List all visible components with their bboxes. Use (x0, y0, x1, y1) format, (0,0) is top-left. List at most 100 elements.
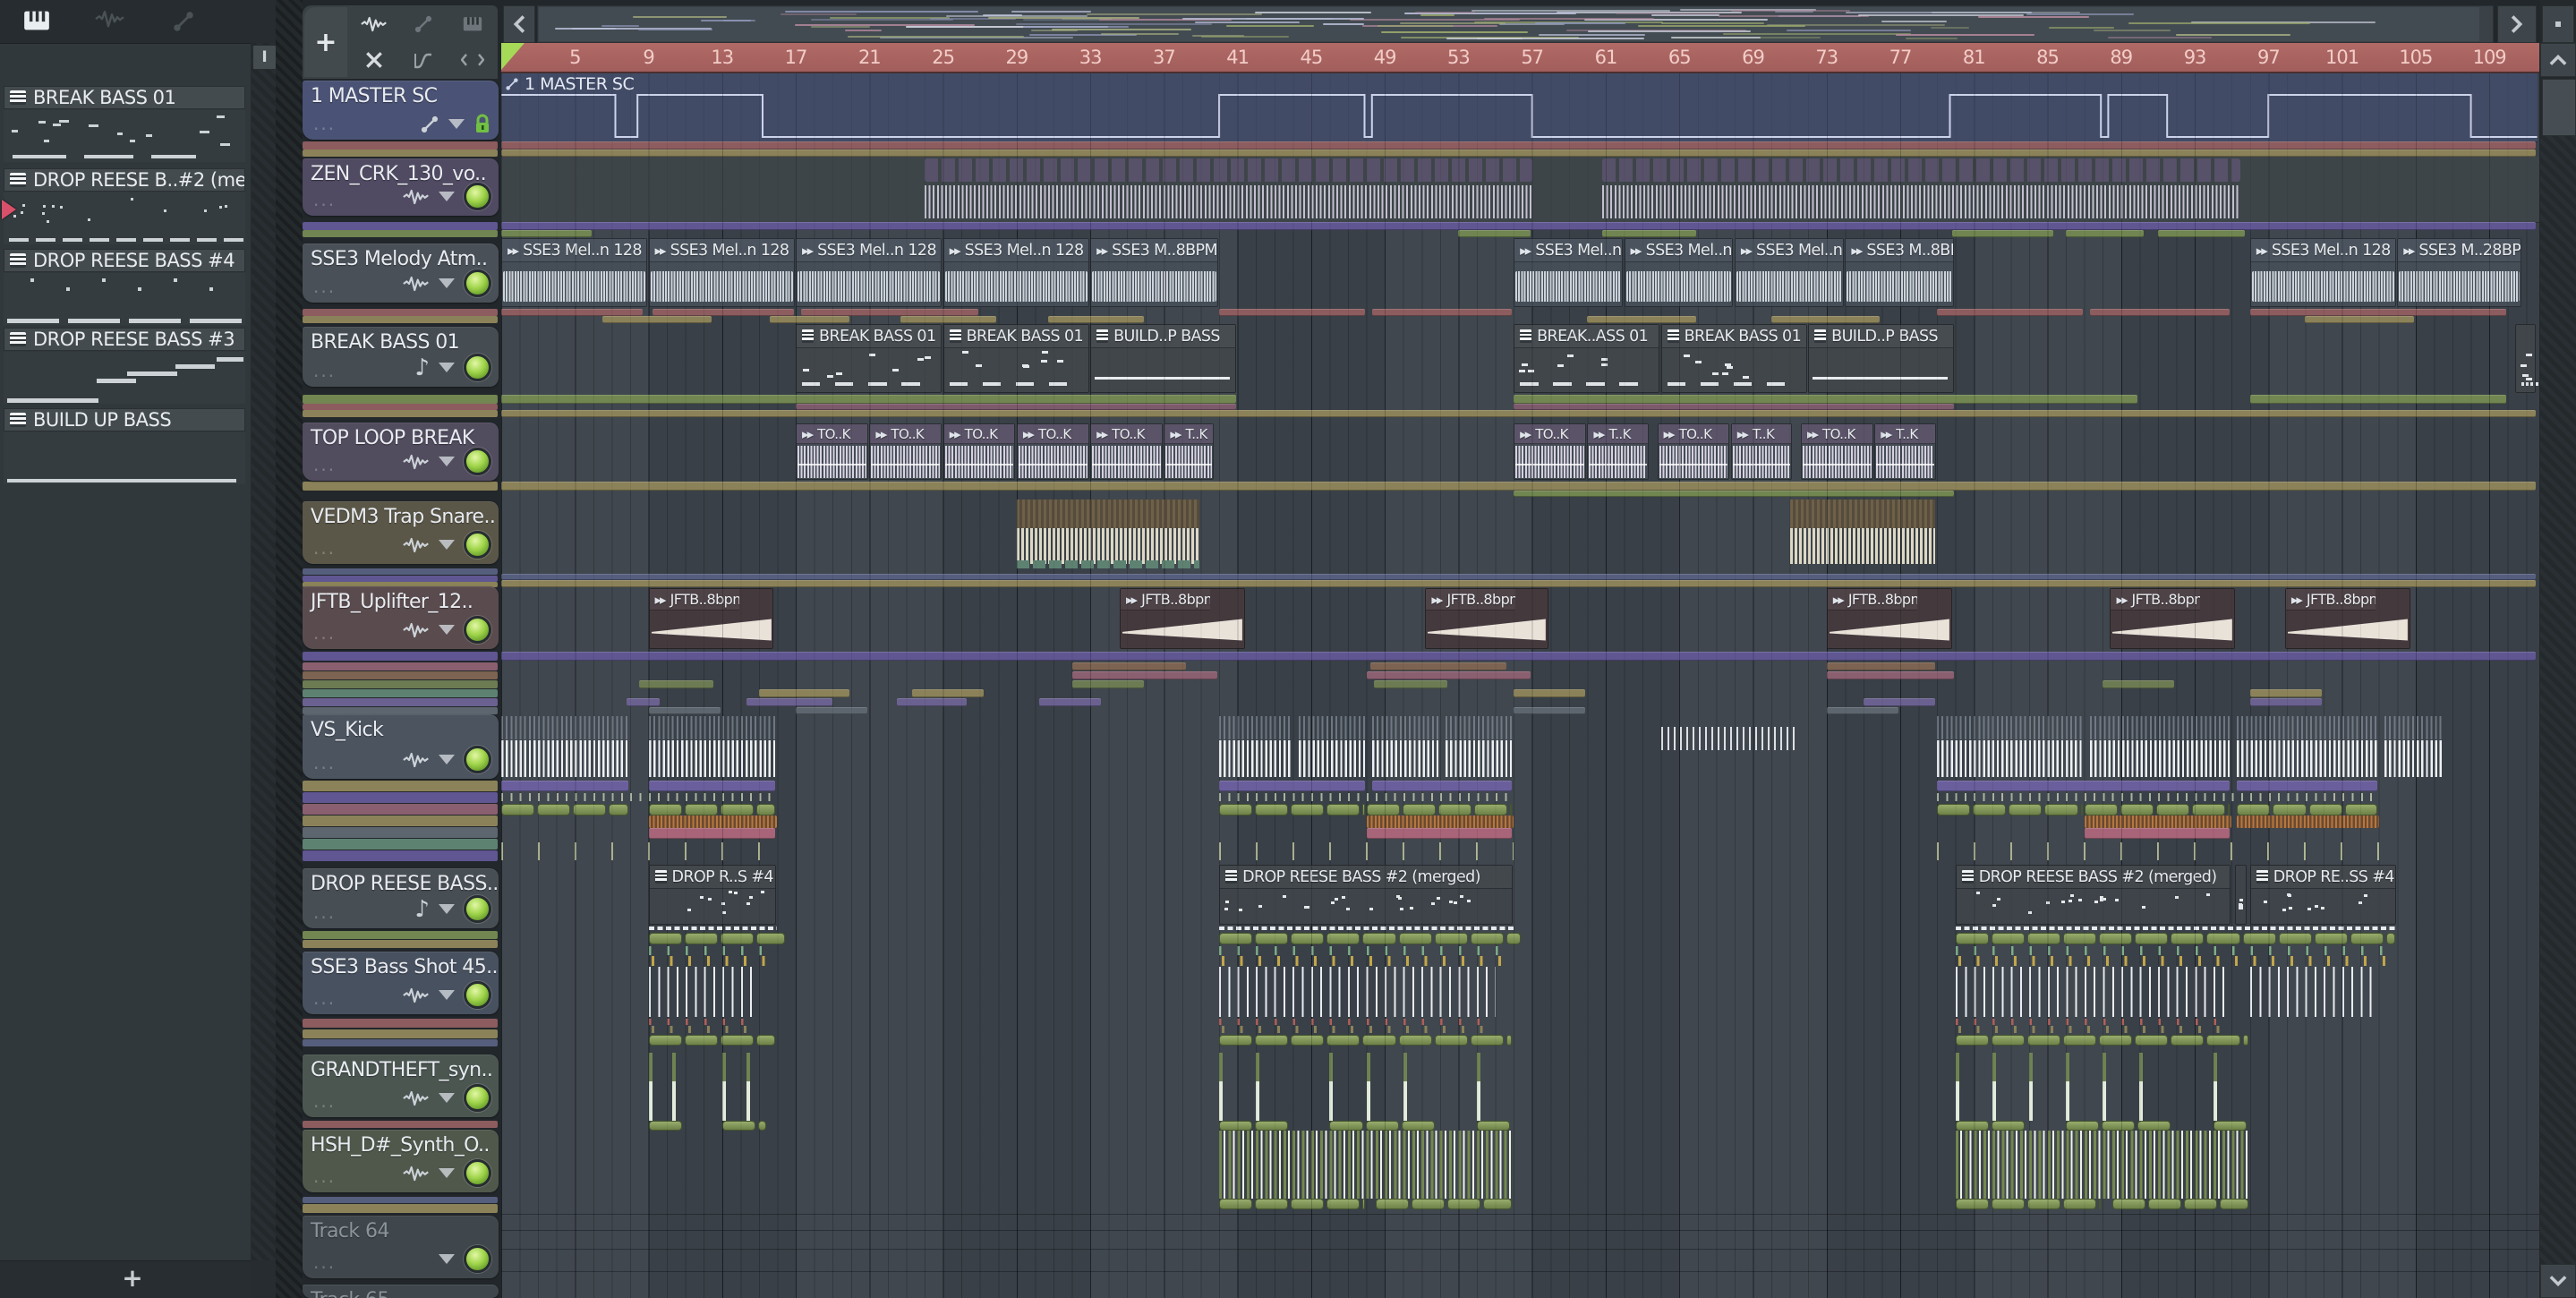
scroll-down-button[interactable] (2540, 1264, 2576, 1298)
track-name[interactable]: DROP REESE BASS.. (311, 873, 499, 895)
pattern-clip[interactable]: BREAK..ASS 01 (1514, 324, 1660, 393)
synth-hit-line[interactable] (1476, 1053, 1480, 1121)
synth-hit-line[interactable] (1256, 1053, 1260, 1121)
pattern-clip[interactable]: BREAK BASS 01 (943, 324, 1089, 393)
green-pill-clip[interactable] (2102, 1121, 2136, 1131)
track-header[interactable]: VEDM3 Trap Snare..... (303, 501, 499, 564)
band-clip[interactable] (501, 309, 644, 316)
green-pill-clip[interactable] (1955, 1121, 1989, 1131)
green-pill-clip[interactable] (2278, 933, 2312, 944)
green-pill-clip[interactable] (2063, 1035, 2097, 1046)
audio-clip[interactable]: ▸▸ TO..K (943, 423, 1016, 480)
track-options-dots[interactable]: ... (313, 360, 336, 381)
track-menu-caret[interactable] (439, 363, 455, 372)
synth-hit-line[interactable] (746, 1053, 750, 1121)
green-pill-clip[interactable] (2135, 933, 2169, 944)
green-pill-clip[interactable] (2063, 1199, 2097, 1209)
green-pill-clip[interactable] (648, 1035, 682, 1046)
green-pill-clip[interactable] (1411, 1199, 1446, 1209)
green-pill-clip[interactable] (684, 804, 718, 816)
band-clip[interactable] (2084, 828, 2231, 839)
bass-shot-lines[interactable] (648, 967, 759, 1017)
track-mute-led[interactable] (464, 746, 491, 773)
green-pill-clip[interactable] (2171, 933, 2205, 944)
green-pill-clip[interactable] (2066, 1121, 2100, 1131)
track-name[interactable]: Track 64 (311, 1220, 389, 1242)
pattern-clip[interactable]: BREAK BASS 01 (1660, 324, 1807, 393)
band-clip[interactable] (652, 309, 795, 316)
audio-clip[interactable]: ▸▸ T..K (1874, 423, 1936, 480)
synth-hit-line[interactable] (2103, 1053, 2107, 1121)
audio-clip[interactable]: ▸▸ TO..K (1090, 423, 1163, 480)
kick-clip-group[interactable] (1219, 716, 1292, 777)
green-pill-clip[interactable] (2026, 1199, 2060, 1209)
band-clip[interactable] (501, 482, 2536, 491)
green-pill-clip[interactable] (1219, 1199, 1253, 1209)
vocal-chop-group[interactable] (925, 158, 1532, 220)
kick-clip-group[interactable] (1298, 716, 1365, 777)
green-pill-clip[interactable] (2026, 1035, 2060, 1046)
zoom-reset-button[interactable] (2542, 5, 2574, 43)
bass-shot-lines[interactable] (2249, 967, 2379, 1017)
band-clip[interactable] (1373, 680, 1448, 688)
track-options-dots[interactable]: ... (313, 537, 336, 559)
track-header[interactable]: DROP REESE BASS..... ♪ (303, 868, 499, 928)
green-pill-clip[interactable] (1219, 804, 1253, 816)
band-clip[interactable] (501, 410, 2536, 417)
band-clip[interactable] (2305, 316, 2414, 323)
synth-hit-line[interactable] (2066, 1053, 2070, 1121)
track-name[interactable]: Track 65 (311, 1289, 389, 1298)
track-name[interactable]: TOP LOOP BREAK (311, 427, 474, 449)
green-pill-clip[interactable] (2099, 1035, 2133, 1046)
track-mute-led[interactable] (464, 183, 491, 210)
green-pill-clip[interactable] (2242, 933, 2276, 944)
track-mute-led[interactable] (464, 616, 491, 644)
green-pill-clip[interactable] (609, 804, 628, 816)
track-menu-caret[interactable] (439, 1168, 455, 1178)
green-pill-clip[interactable] (1362, 804, 1365, 816)
green-pill-clip[interactable] (1326, 1035, 1361, 1046)
green-pill-clip[interactable] (2099, 933, 2133, 944)
track-header[interactable]: SSE3 Bass Shot 45..... (303, 952, 499, 1014)
band-clip[interactable] (1514, 404, 1954, 410)
green-pill-clip[interactable] (1219, 1035, 1253, 1046)
green-pill-clip[interactable] (2099, 1199, 2102, 1209)
green-pill-clip[interactable] (2044, 804, 2078, 816)
track-header[interactable]: SSE3 Melody Atm..... (303, 243, 499, 303)
band-clip[interactable] (1601, 230, 1696, 237)
kick-clip-group[interactable] (1371, 716, 1438, 777)
track-options-dots[interactable]: ... (313, 1251, 336, 1273)
pattern-item-header[interactable]: DROP REESE B..#2 (merged) (4, 168, 245, 192)
green-pill-clip[interactable] (2084, 804, 2118, 816)
green-pill-clip[interactable] (1401, 1121, 1435, 1131)
green-pill-clip[interactable] (1255, 933, 1289, 944)
track-name[interactable]: 1 MASTER SC (311, 85, 438, 107)
band-clip[interactable] (1071, 680, 1144, 688)
green-pill-clip[interactable] (2308, 804, 2342, 816)
green-pill-clip[interactable] (1955, 933, 1989, 944)
green-pill-clip[interactable] (1473, 804, 1507, 816)
band-clip[interactable] (2249, 309, 2506, 316)
track-header[interactable]: 1 MASTER SC... (303, 81, 499, 140)
green-pill-clip[interactable] (1437, 804, 1471, 816)
audio-clip[interactable]: ▸▸SSE3 M..8BPM (1090, 238, 1218, 307)
green-pill-clip[interactable] (1255, 1121, 1289, 1131)
band-clip[interactable] (501, 395, 1236, 404)
band-clip[interactable] (2249, 698, 2323, 706)
track-options-dots[interactable]: ... (313, 189, 336, 210)
green-pill-clip[interactable] (755, 804, 776, 816)
track-mute-led[interactable] (464, 1084, 491, 1112)
green-pill-clip[interactable] (1329, 1121, 1363, 1131)
band-clip[interactable] (911, 689, 984, 697)
band-clip[interactable] (1863, 698, 1936, 706)
track-menu-caret[interactable] (448, 119, 465, 129)
synth-hit-line[interactable] (2028, 1053, 2033, 1121)
track-options-dots[interactable]: ... (313, 1090, 336, 1112)
hsh-dense-lines[interactable] (1219, 1131, 1514, 1199)
track-mute-led[interactable] (464, 981, 491, 1009)
pattern-item-header[interactable]: DROP REESE BASS #4 (4, 249, 245, 272)
kick-clip-group[interactable] (2089, 716, 2231, 777)
green-pill-clip[interactable] (1510, 804, 1513, 816)
band-clip[interactable] (648, 828, 776, 839)
green-pill-clip[interactable] (1434, 933, 1468, 944)
